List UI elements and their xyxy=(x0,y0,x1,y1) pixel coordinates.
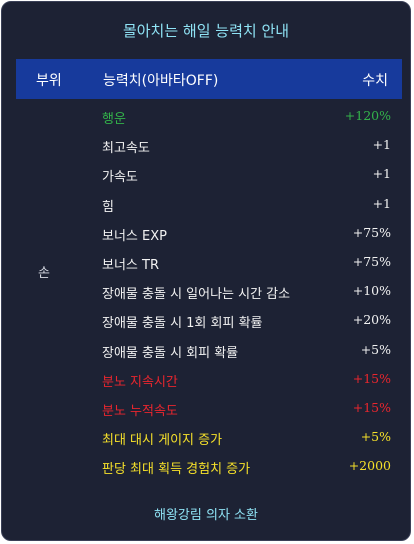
table-row: 장애물 충돌 시 회피 확률 +5% xyxy=(16,336,402,365)
stat-name: 장애물 충돌 시 1회 회피 확률 xyxy=(102,316,263,332)
stat-value: +15% xyxy=(352,400,391,415)
stat-name: 분노 지속시간 xyxy=(102,374,178,390)
table-row: 힘 +1 xyxy=(16,190,402,219)
stat-name: 보너스 TR xyxy=(102,258,159,273)
header-stat: 능력치(아바타OFF) xyxy=(103,73,219,89)
stat-value: +1 xyxy=(372,166,391,182)
stats-panel: 몰아치는 해일 능력치 안내 부위 능력치(아바타OFF) 수치 손 행운 +12… xyxy=(1,1,411,541)
table-row: 판당 최대 획득 경험치 증가 +2000 xyxy=(16,452,402,481)
table-row: 분노 지속시간 +15% xyxy=(16,365,402,394)
stat-value: +1 xyxy=(372,137,391,153)
stat-value: +75% xyxy=(352,254,391,269)
stat-name: 최고속도 xyxy=(102,141,150,157)
stat-value: +2000 xyxy=(348,458,391,474)
table-row: 가속도 +1 xyxy=(16,160,402,189)
stat-value: +10% xyxy=(352,283,391,299)
table-row: 보너스 TR +75% xyxy=(16,248,402,277)
stat-name: 판당 최대 획득 경험치 증가 xyxy=(102,462,251,478)
table-row: 최고속도 +1 xyxy=(16,131,402,160)
stat-value: +5% xyxy=(360,429,391,445)
table-header: 부위 능력치(아바타OFF) 수치 xyxy=(16,59,402,99)
table-row: 장애물 충돌 시 1회 회피 확률 +20% xyxy=(16,306,402,335)
table-row: 분노 누적속도 +15% xyxy=(16,394,402,423)
stat-name: 장애물 충돌 시 회피 확률 xyxy=(102,345,239,361)
stat-name: 장애물 충돌 시 일어나는 시간 감소 xyxy=(102,287,291,303)
stat-name: 보너스 EXP xyxy=(102,228,167,244)
stat-value: +15% xyxy=(352,370,391,386)
header-value: 수치 xyxy=(362,73,388,89)
stat-name: 가속도 xyxy=(102,170,138,186)
stat-value: +120% xyxy=(344,108,391,123)
stat-name: 행운 xyxy=(102,112,126,127)
stat-name: 분노 누적속도 xyxy=(102,404,178,419)
footer-note: 해왕강림 의자 소환 xyxy=(154,508,258,523)
header-part: 부위 xyxy=(36,73,62,89)
stat-value: +20% xyxy=(352,312,391,328)
table-row: 장애물 충돌 시 일어나는 시간 감소 +10% xyxy=(16,277,402,306)
panel-title: 몰아치는 해일 능력치 안내 xyxy=(122,22,290,40)
stat-value: +1 xyxy=(372,195,391,211)
table-row: 최대 대시 게이지 증가 +5% xyxy=(16,423,402,452)
stat-name: 최대 대시 게이지 증가 xyxy=(102,433,223,449)
stat-value: +5% xyxy=(360,341,391,357)
stat-value: +75% xyxy=(352,224,391,240)
stat-name: 힘 xyxy=(102,199,114,215)
table-row: 보너스 EXP +75% xyxy=(16,219,402,248)
table-row: 행운 +120% xyxy=(16,102,402,131)
